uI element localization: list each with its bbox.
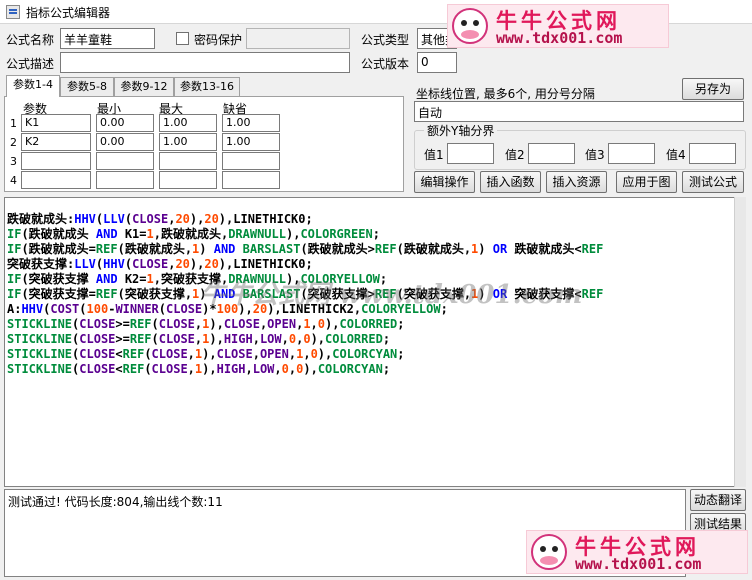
param-default-cell[interactable] — [222, 171, 280, 189]
param-default-cell[interactable]: 1.00 — [222, 133, 280, 151]
param-min-cell[interactable]: 0.00 — [96, 133, 154, 151]
password-input — [246, 28, 350, 49]
param-min-cell[interactable]: 0.00 — [96, 114, 154, 132]
tab-params-5-8[interactable]: 参数5-8 — [60, 77, 114, 96]
param-default-cell[interactable] — [222, 152, 280, 170]
param-name-cell[interactable] — [21, 171, 91, 189]
version-label: 公式版本 — [361, 57, 410, 71]
code-line[interactable]: STICKLINE(CLOSE>=REF(CLOSE,1),CLOSE,OPEN… — [7, 317, 405, 332]
param-max-cell[interactable] — [159, 152, 217, 170]
site-watermark-bottom: 牛牛公式网 www.tdx001.com — [526, 530, 748, 574]
param-default-cell[interactable]: 1.00 — [222, 114, 280, 132]
code-line[interactable]: STICKLINE(CLOSE>=REF(CLOSE,1),HIGH,LOW,0… — [7, 332, 390, 347]
param-max-cell[interactable]: 1.00 — [159, 114, 217, 132]
params-panel: 参数 最小 最大 缺省 1 K1 0.00 1.00 1.00 2 K2 0.0… — [4, 96, 404, 192]
param-name-cell[interactable]: K2 — [21, 133, 91, 151]
save-as-button[interactable]: 另存为 — [682, 78, 744, 100]
axis-label: 坐标线位置, 最多6个, 用分号分隔 — [416, 87, 595, 101]
tab-params-9-12[interactable]: 参数9-12 — [114, 77, 174, 96]
param-max-cell[interactable] — [159, 171, 217, 189]
cow-logo-icon — [452, 8, 488, 44]
status-message: 测试通过! 代码长度:804,输出线个数:11 — [8, 495, 223, 509]
y-axis-group-label: 额外Y轴分界 — [424, 122, 498, 139]
tab-params-13-16[interactable]: 参数13-16 — [174, 77, 240, 96]
desc-input[interactable] — [60, 52, 350, 73]
y-value-label: 值2 — [505, 148, 525, 162]
name-input[interactable]: 羊羊童鞋 — [60, 28, 155, 49]
name-label: 公式名称 — [6, 33, 55, 47]
editor-watermark: 牛牛公式网 www.tdx001.com — [200, 280, 583, 310]
password-label: 密码保护 — [194, 33, 243, 47]
code-line[interactable]: 突破获支撑:LLV(HHV(CLOSE,20),20),LINETHICK0; — [7, 257, 313, 272]
app-icon — [6, 5, 20, 19]
editor-scrollbar[interactable] — [734, 197, 746, 487]
param-max-cell[interactable]: 1.00 — [159, 133, 217, 151]
formula-editor[interactable]: 跌破就成头:HHV(LLV(CLOSE,20),20),LINETHICK0; I… — [4, 197, 746, 487]
param-min-cell[interactable] — [96, 171, 154, 189]
param-name-cell[interactable]: K1 — [21, 114, 91, 132]
code-line[interactable]: IF(跌破就成头 AND K1=1,跌破就成头,DRAWNULL),COLORG… — [7, 227, 380, 242]
param-min-cell[interactable] — [96, 152, 154, 170]
window-title: 指标公式编辑器 — [26, 6, 111, 20]
y-value-label: 值3 — [585, 148, 605, 162]
site-watermark-top: 牛牛公式网 www.tdx001.com — [447, 4, 669, 48]
version-input[interactable]: 0 — [417, 52, 457, 73]
param-row-number: 2 — [10, 136, 17, 149]
y-value-1-input[interactable] — [447, 143, 494, 164]
apply-chart-button[interactable]: 应用于图 — [616, 171, 677, 193]
insert-func-button[interactable]: 插入函数 — [480, 171, 541, 193]
watermark-url: www.tdx001.com — [496, 29, 623, 47]
test-formula-button[interactable]: 测试公式 — [682, 171, 744, 193]
y-value-3-input[interactable] — [608, 143, 655, 164]
edit-ops-button[interactable]: 编辑操作 — [414, 171, 475, 193]
password-checkbox[interactable] — [176, 32, 189, 45]
cow-logo-icon — [531, 534, 567, 570]
param-row-number: 4 — [10, 174, 17, 187]
param-row-number: 3 — [10, 155, 17, 168]
dynamic-translate-button[interactable]: 动态翻译 — [690, 489, 746, 511]
code-line[interactable]: STICKLINE(CLOSE<REF(CLOSE,1),CLOSE,OPEN,… — [7, 347, 405, 362]
tab-params-1-4[interactable]: 参数1-4 — [6, 75, 60, 97]
type-label: 公式类型 — [361, 33, 410, 47]
y-value-4-input[interactable] — [689, 143, 736, 164]
insert-res-button[interactable]: 插入资源 — [546, 171, 607, 193]
y-value-label: 值1 — [424, 148, 444, 162]
watermark-url: www.tdx001.com — [575, 555, 702, 573]
param-row-number: 1 — [10, 117, 17, 130]
desc-label: 公式描述 — [6, 57, 55, 71]
y-value-label: 值4 — [666, 148, 686, 162]
param-name-cell[interactable] — [21, 152, 91, 170]
code-line[interactable]: 跌破就成头:HHV(LLV(CLOSE,20),20),LINETHICK0; — [7, 212, 313, 227]
y-value-2-input[interactable] — [528, 143, 575, 164]
code-line[interactable]: STICKLINE(CLOSE<REF(CLOSE,1),HIGH,LOW,0,… — [7, 362, 390, 377]
code-line[interactable]: IF(跌破就成头=REF(跌破就成头,1) AND BARSLAST(跌破就成头… — [7, 242, 603, 257]
axis-input[interactable]: 自动 — [414, 101, 744, 122]
